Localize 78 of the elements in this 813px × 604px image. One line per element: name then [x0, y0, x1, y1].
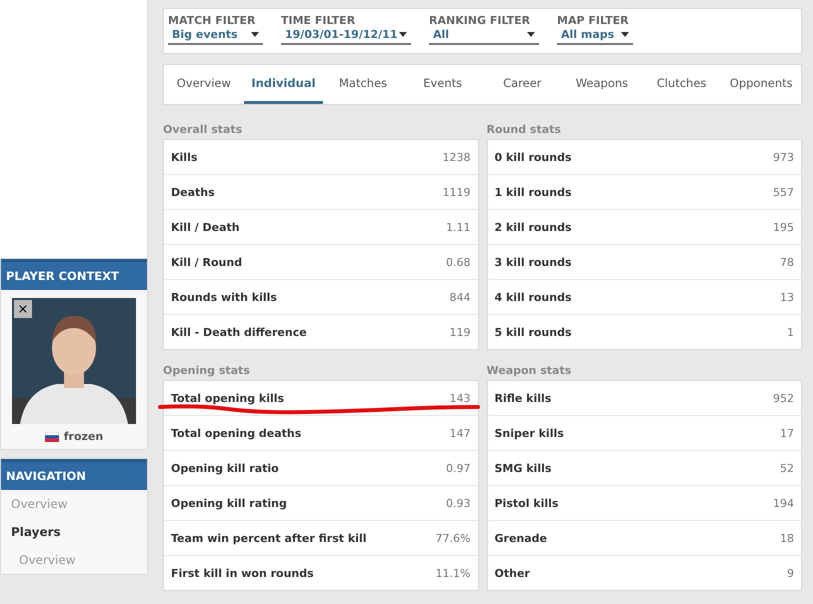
- close-button[interactable]: ×: [14, 300, 32, 318]
- filter-dropdown[interactable]: 19/03/01-19/12/11: [281, 27, 411, 45]
- stat-value: 0.93: [446, 496, 470, 510]
- stat-label: Opening kill ratio: [171, 462, 279, 474]
- stat-label: Kill / Death: [171, 220, 240, 234]
- section-title: Weapon stats: [486, 364, 572, 377]
- stat-value: 1: [787, 326, 794, 338]
- stat-label: Team win percent after first kill: [171, 532, 366, 544]
- stat-value: 119: [450, 326, 470, 338]
- stat-label: First kill in won rounds: [171, 566, 314, 580]
- tab[interactable]: Individual: [244, 65, 324, 104]
- stat-value: 11.1%: [436, 566, 470, 580]
- stat-label: Total opening kills: [171, 392, 284, 404]
- section-title: Opening stats: [163, 364, 251, 377]
- stat-value: 973: [773, 150, 794, 164]
- player-name[interactable]: frozen: [64, 430, 104, 443]
- stat-label: 4 kill rounds: [494, 290, 572, 304]
- stat-label: Deaths: [171, 186, 215, 198]
- tab[interactable]: Career: [482, 65, 562, 104]
- tab[interactable]: Weapons: [562, 65, 642, 104]
- stat-label: Kills: [171, 150, 198, 164]
- flag-icon: [44, 432, 59, 442]
- tab[interactable]: Events: [402, 65, 482, 104]
- filter-label: RANKING FILTER: [429, 14, 532, 27]
- stat-value: 77.6%: [436, 532, 470, 544]
- filter-dropdown[interactable]: Big events: [168, 27, 263, 45]
- stat-value: 18: [780, 532, 794, 544]
- stat-value: 844: [450, 290, 470, 304]
- stat-label: Pistol kills: [494, 496, 558, 510]
- filter-dropdown[interactable]: All maps: [557, 27, 633, 45]
- stat-label: 2 kill rounds: [494, 220, 572, 234]
- stat-value: 13: [780, 290, 794, 304]
- stat-label: Other: [494, 566, 530, 580]
- stat-label: Total opening deaths: [171, 426, 302, 440]
- stat-label: 1 kill rounds: [494, 186, 572, 198]
- filter-label: MATCH FILTER: [168, 14, 257, 27]
- section-title: Overall stats: [163, 123, 244, 136]
- stat-label: 5 kill rounds: [494, 326, 572, 338]
- stat-value: 78: [780, 256, 794, 268]
- caret-icon: [251, 32, 259, 37]
- stat-label: Sniper kills: [494, 426, 564, 440]
- stat-value: 147: [450, 426, 470, 440]
- filter-dropdown[interactable]: All: [429, 27, 539, 45]
- caret-icon: [621, 32, 629, 37]
- stat-label: Rounds with kills: [171, 290, 277, 304]
- stat-value: 1119: [442, 186, 470, 198]
- stat-value: 9: [787, 566, 794, 580]
- tab[interactable]: Clutches: [642, 65, 722, 104]
- filter-label: TIME FILTER: [281, 14, 356, 27]
- stat-value: 194: [773, 496, 794, 510]
- stat-label: Opening kill rating: [171, 496, 287, 510]
- caret-icon: [527, 32, 535, 37]
- stat-value: 52: [780, 462, 794, 474]
- stat-value: 952: [773, 392, 794, 404]
- tab[interactable]: Opponents: [721, 65, 801, 104]
- stat-label: 0 kill rounds: [494, 150, 572, 164]
- panel-title: NAVIGATION: [1, 459, 147, 490]
- stat-value: 143: [450, 392, 470, 404]
- stat-value: 0.68: [446, 256, 470, 268]
- stat-label: Grenade: [494, 532, 548, 544]
- stat-label: SMG kills: [494, 462, 552, 474]
- stat-label: Kill - Death difference: [171, 326, 307, 338]
- stat-value: 1238: [442, 150, 470, 164]
- panel-title: PLAYER CONTEXT: [1, 259, 147, 290]
- stat-value: 557: [773, 186, 794, 198]
- stat-value: 17: [780, 426, 794, 440]
- tab[interactable]: Overview: [164, 65, 244, 104]
- stat-label: Kill / Round: [171, 256, 242, 268]
- tab[interactable]: Matches: [323, 65, 403, 104]
- filter-label: MAP FILTER: [557, 14, 630, 27]
- stat-value: 195: [773, 220, 794, 234]
- stat-value: 0.97: [446, 462, 470, 474]
- nav-heading[interactable]: Players: [1, 518, 147, 546]
- section-title: Round stats: [486, 123, 562, 136]
- caret-icon: [399, 32, 407, 37]
- stat-label: 3 kill rounds: [494, 256, 572, 268]
- stat-value: 1.11: [446, 220, 470, 234]
- stat-label: Rifle kills: [494, 392, 552, 404]
